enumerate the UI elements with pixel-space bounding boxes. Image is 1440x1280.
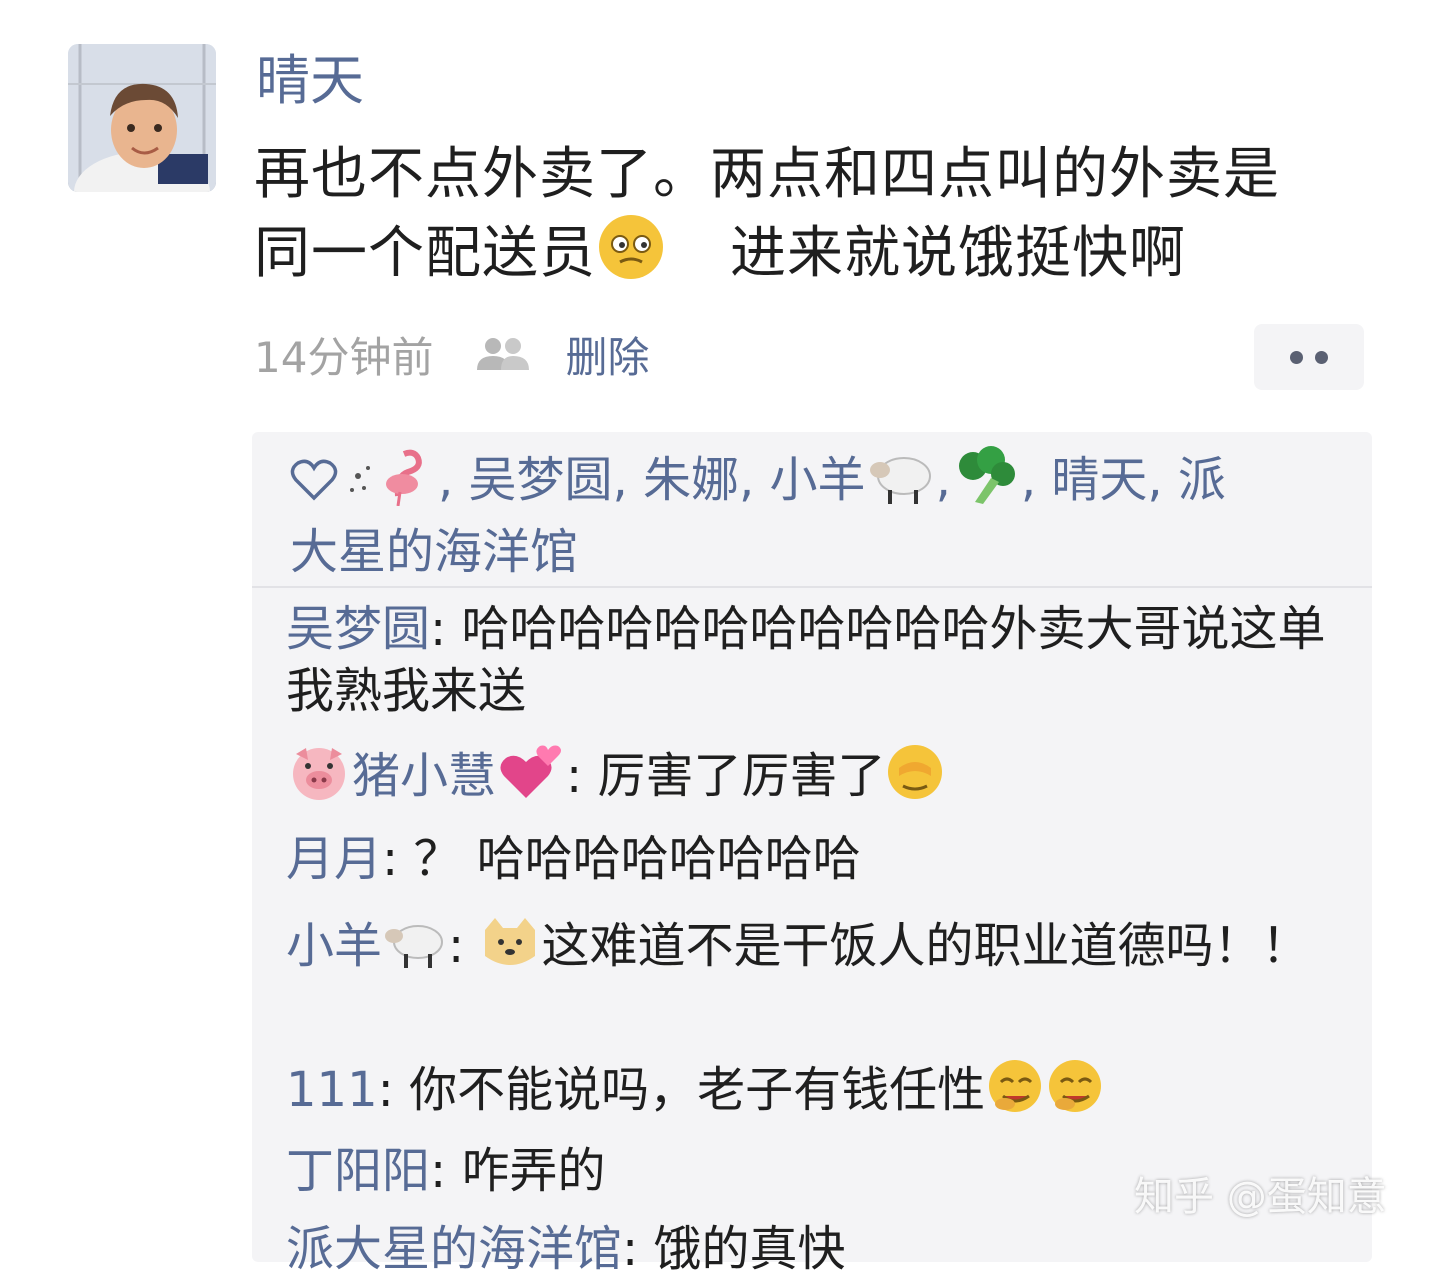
commenter-name[interactable]: 派大星的海洋馆 bbox=[286, 1221, 622, 1277]
timestamp: 14分钟前 bbox=[254, 332, 434, 382]
comment-item[interactable]: 猪小慧 : 厉害了厉害了 bbox=[286, 742, 1346, 817]
post-text: 再也不点外卖了。两点和四点叫的外卖是 同一个配送员 进来就说饿挺快啊 bbox=[254, 138, 1364, 301]
flamingo-emoji-icon bbox=[338, 446, 438, 521]
comment-item[interactable]: 吴梦圆: 哈哈哈哈哈哈哈哈哈哈哈外卖大哥说这单我熟我来送 bbox=[286, 598, 1346, 722]
comment-item[interactable]: 月月: ？ 哈哈哈哈哈哈哈哈 bbox=[286, 828, 1346, 890]
doge-emoji-icon bbox=[596, 212, 666, 301]
commenter-name[interactable]: 111 bbox=[286, 1062, 378, 1118]
comment-item[interactable]: 派大星的海洋馆: 饿的真快 bbox=[286, 1218, 1346, 1280]
watermark: 知乎 @蛋知意 bbox=[1134, 1174, 1387, 1220]
commenter-name[interactable]: 丁阳阳 bbox=[286, 1143, 430, 1199]
pig-face-emoji-icon bbox=[286, 742, 352, 817]
delete-button[interactable]: 删除 bbox=[565, 324, 649, 385]
broccoli-emoji-icon bbox=[951, 446, 1021, 521]
facepalm-emoji-icon bbox=[885, 742, 945, 817]
sheep-emoji-icon bbox=[866, 446, 936, 521]
laughing-emoji-icon bbox=[985, 1056, 1105, 1131]
commenter-name[interactable]: 吴梦圆 bbox=[286, 601, 430, 657]
avatar[interactable] bbox=[68, 44, 216, 192]
poster-name[interactable]: 晴天 bbox=[256, 44, 364, 118]
comment-item[interactable]: 111: 你不能说吗，老子有钱任性 bbox=[286, 1056, 1346, 1131]
commenter-name[interactable]: 小羊 bbox=[286, 918, 382, 974]
post-text-line2: 同一个配送员 进来就说饿挺快啊 bbox=[254, 212, 1364, 301]
sheep-emoji-icon bbox=[382, 912, 448, 987]
comment-item[interactable]: 小羊 : 这难道不是干饭人的职业道德吗！！ bbox=[286, 912, 1346, 987]
commenter-name[interactable]: 猪小慧 bbox=[352, 748, 496, 804]
friends-icon[interactable] bbox=[475, 336, 531, 372]
doge-emoji-icon bbox=[479, 916, 541, 987]
heart-outline-icon bbox=[290, 455, 338, 517]
likes-list: , 吴梦圆, 朱娜, 小羊 , , 晴天, 派 大星的海洋馆 bbox=[290, 446, 1350, 583]
heart-emoji-icon bbox=[496, 742, 566, 817]
post-meta: 14分钟前 删除 bbox=[254, 322, 649, 386]
post-text-line1: 再也不点外卖了。两点和四点叫的外卖是 bbox=[254, 142, 1280, 207]
commenter-name[interactable]: 月月 bbox=[286, 831, 382, 887]
divider bbox=[252, 586, 1372, 588]
more-icon[interactable] bbox=[1254, 324, 1364, 390]
